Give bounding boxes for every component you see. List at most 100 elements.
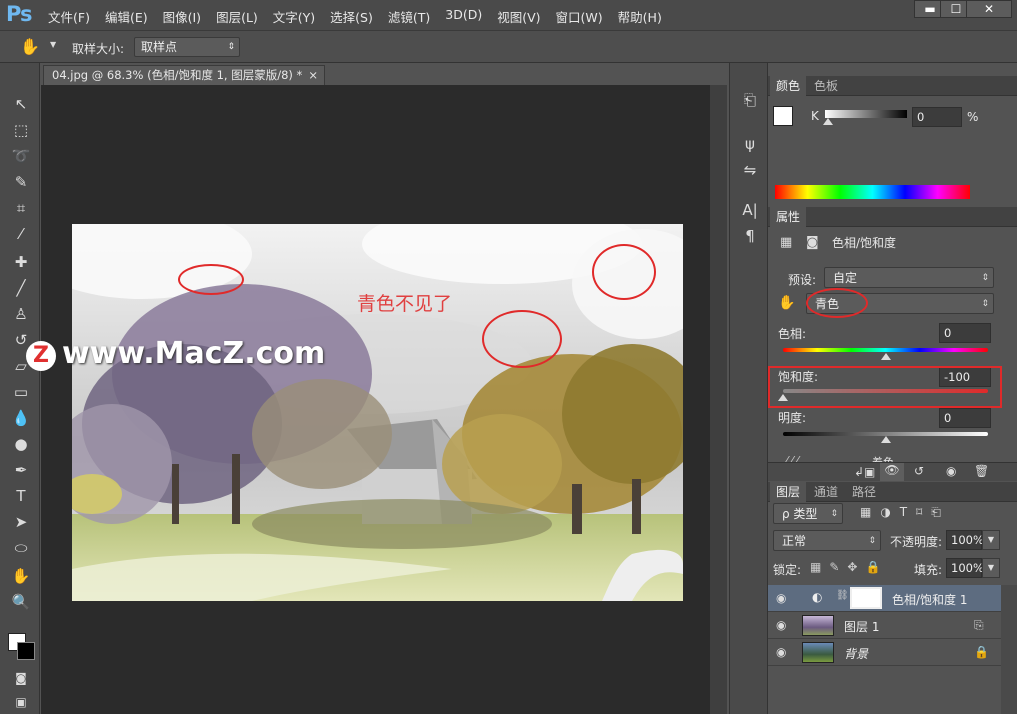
opacity-label: 不透明度: [890,535,943,549]
lock-icons[interactable]: ▦✎✥🔒 [810,560,888,574]
layer-name: 色相/饱和度 1 [892,593,968,607]
layer-filter-dropdown[interactable]: ρ 类型 ⇕ [773,503,843,524]
menu-help[interactable]: 帮助(H) [618,7,662,26]
menu-type[interactable]: 文字(Y) [273,7,315,26]
chevron-updown-icon: ⇕ [868,536,876,546]
menu-filter[interactable]: 滤镜(T) [388,7,430,26]
lightness-value-field[interactable]: 0 [939,408,991,428]
color-spectrum-bar[interactable] [775,185,970,199]
menu-file[interactable]: 文件(F) [48,7,90,26]
k-slider[interactable] [825,110,907,118]
character-panel-icon[interactable]: A| [739,199,761,221]
opacity-value-field[interactable]: 100% [946,530,984,550]
clip-to-layer-icon[interactable]: ↲▣ [854,465,875,479]
vertical-scrollbar[interactable] [710,85,727,714]
sample-size-label: 取样大小: [72,42,125,56]
layer-row-background[interactable]: ◉ 背景 🔒 [768,639,1001,666]
lock-label: 锁定: [773,563,802,577]
link-icon[interactable]: ⛓ [836,590,849,601]
targeted-adjustment-hand-icon[interactable]: ✋ [778,295,795,311]
layer-row-hue-saturation[interactable]: ◉ ◐ ⛓ 色相/饱和度 1 [768,585,1001,612]
chevron-updown-icon: ⇕ [830,509,838,519]
chevron-down-icon[interactable]: ▼ [982,558,1000,578]
move-tool-icon[interactable]: ↖ [8,93,34,115]
brush-tool-icon[interactable]: ╱ [8,277,34,299]
hand-tool-icon[interactable]: ✋ [20,37,40,56]
tab-color[interactable]: 颜色 [770,76,807,96]
marquee-tool-icon[interactable]: ⬚ [8,119,34,141]
tab-properties[interactable]: 属性 [770,207,807,227]
eyedropper-tool-icon[interactable]: ⁄ [8,223,34,245]
close-tab-icon[interactable]: × [308,66,318,85]
pen-tool-icon[interactable]: ✒ [8,459,34,481]
ellipse-tool-icon[interactable]: ⬭ [8,537,34,559]
stamp-tool-icon[interactable]: ♙ [8,303,34,325]
zoom-tool-icon[interactable]: 🔍 [8,591,34,613]
menu-image[interactable]: 图像(I) [163,7,201,26]
path-select-tool-icon[interactable]: ➤ [8,511,34,533]
preset-dropdown[interactable]: 自定 ⇕ [824,267,994,288]
screen-mode-icon[interactable]: ▣ [8,691,34,713]
quick-select-tool-icon[interactable]: ✎ [8,171,34,193]
dodge-tool-icon[interactable]: ● [8,433,34,455]
eye-icon[interactable]: ◉ [776,591,786,605]
layer-row-layer-1[interactable]: ◉ 图层 1 ⎘ [768,612,1001,639]
blend-mode-dropdown[interactable]: 正常 ⇕ [773,530,881,551]
reset-icon[interactable]: ↺ [914,464,924,478]
quick-mask-icon[interactable]: ◙ [8,667,34,689]
properties-panel-tabs: 属性 [768,207,1017,227]
menu-edit[interactable]: 编辑(E) [105,7,148,26]
lasso-tool-icon[interactable]: ➰ [8,145,34,167]
menu-layer[interactable]: 图层(L) [216,7,258,26]
tab-paths[interactable]: 路径 [846,482,882,502]
paragraph-panel-icon[interactable]: ¶ [739,225,761,247]
background-color-swatch[interactable] [17,642,35,660]
mask-icon[interactable]: ◙ [806,235,819,250]
k-value-field[interactable]: 0 [912,107,962,127]
chevron-down-icon[interactable]: ▼ [50,40,56,49]
crop-tool-icon[interactable]: ⌗ [8,197,34,219]
hue-slider[interactable] [783,348,988,352]
blur-tool-icon[interactable]: 💧 [8,407,34,429]
foreground-color-swatch[interactable] [773,106,793,126]
tab-channels[interactable]: 通道 [808,482,844,502]
hue-slider-thumb[interactable] [881,353,891,360]
sample-size-select[interactable]: 取样点 ⇕ [134,37,240,57]
layers-scrollbar[interactable] [1001,585,1017,714]
layer-mask-thumbnail[interactable] [850,587,882,609]
eye-icon[interactable]: ◉ [776,618,786,632]
type-tool-icon[interactable]: T [8,485,34,507]
menu-select[interactable]: 选择(S) [330,7,373,26]
tab-layers[interactable]: 图层 [770,482,807,502]
menu-window[interactable]: 窗口(W) [556,7,603,26]
hue-value-field[interactable]: 0 [939,323,991,343]
chevron-down-icon[interactable]: ▼ [982,530,1000,550]
lightness-slider-thumb[interactable] [881,436,891,443]
brush-presets-icon[interactable]: ψ [739,133,761,155]
menu-3d[interactable]: 3D(D) [445,7,482,26]
percent-unit: % [967,110,979,124]
tab-swatches[interactable]: 色板 [808,76,844,96]
options-bar: ✋ ▼ 取样大小: 取样点 ⇕ [0,31,1017,63]
hand-tool-icon[interactable]: ✋ [8,565,34,587]
tools-panel: ↖ ⬚ ➰ ✎ ⌗ ⁄ ✚ ╱ ♙ ↺ ▱ ▭ 💧 ● ✒ T ➤ ⬭ ✋ 🔍 … [0,63,40,714]
close-button[interactable]: ✕ [966,0,1012,18]
adjustment-layer-icon: ◐ [812,590,823,604]
fill-value-field[interactable]: 100% [946,558,984,578]
document-tab-title: 04.jpg @ 68.3% (色相/饱和度 1, 图层蒙版/8) * [52,68,303,82]
document-tab[interactable]: 04.jpg @ 68.3% (色相/饱和度 1, 图层蒙版/8) * × [43,65,325,85]
preset-value: 自定 [833,271,858,285]
trash-icon[interactable]: 🗑 [974,464,989,478]
history-panel-icon[interactable]: ⎗ [739,89,761,111]
eye-icon[interactable]: ◉ [776,645,786,659]
adjustments-icon[interactable]: ⇋ [739,159,761,181]
view-previous-icon[interactable]: 👁 [880,463,904,481]
layer-filter-icons[interactable]: ▦◑T⌑⎗ [860,505,950,520]
chevron-updown-icon: ⇕ [981,273,989,283]
document-image[interactable] [72,224,683,601]
healing-brush-tool-icon[interactable]: ✚ [8,251,34,273]
gradient-tool-icon[interactable]: ▭ [8,381,34,403]
k-slider-thumb[interactable] [823,118,833,125]
menu-view[interactable]: 视图(V) [497,7,540,26]
visibility-icon[interactable]: ◉ [946,464,956,478]
